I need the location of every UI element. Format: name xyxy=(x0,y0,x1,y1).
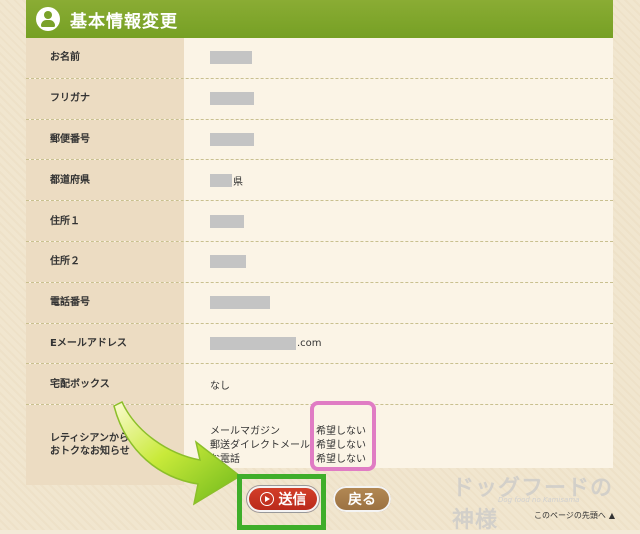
row-value xyxy=(184,38,613,78)
up-arrow-icon: ▲ xyxy=(608,511,615,520)
back-button-label: 戻る xyxy=(348,492,376,508)
row-label: 電話番号 xyxy=(26,282,184,323)
play-circle-icon xyxy=(259,492,274,506)
back-button[interactable]: 戻る xyxy=(333,486,391,512)
row-prefecture: 都道府県 県 xyxy=(26,160,613,202)
value-suffix: 県 xyxy=(233,176,243,188)
row-email: Eメールアドレス .com xyxy=(26,323,613,365)
form-header: 基本情報変更 xyxy=(26,0,613,38)
row-postal-code: 郵便番号 xyxy=(26,119,613,161)
redacted-value xyxy=(210,173,232,187)
send-button-label: 送信 xyxy=(278,492,307,508)
row-furigana: フリガナ xyxy=(26,78,613,120)
row-value xyxy=(184,283,613,323)
send-button[interactable]: 送信 xyxy=(247,486,319,512)
redacted-value xyxy=(210,336,296,350)
redacted-value xyxy=(210,214,244,228)
highlight-box-pink xyxy=(310,401,376,471)
row-name: お名前 xyxy=(26,38,613,79)
redacted-value xyxy=(210,132,254,146)
page-top-label: このページの先頭へ xyxy=(534,511,606,520)
row-label: お名前 xyxy=(26,38,184,78)
row-value xyxy=(184,242,613,282)
row-value xyxy=(184,120,613,160)
row-value xyxy=(184,201,613,241)
row-label: 住所２ xyxy=(26,241,184,282)
row-label: フリガナ xyxy=(26,78,184,119)
row-value xyxy=(184,79,613,119)
redacted-value xyxy=(210,51,252,65)
user-icon xyxy=(36,7,60,31)
row-value: .com xyxy=(184,324,613,364)
value-suffix: .com xyxy=(297,337,322,349)
redacted-value xyxy=(210,296,270,310)
row-label: 郵便番号 xyxy=(26,119,184,160)
row-label: Eメールアドレス xyxy=(26,323,184,364)
page-title: 基本情報変更 xyxy=(70,11,178,32)
row-label: 都道府県 xyxy=(26,160,184,201)
redacted-value xyxy=(210,92,254,106)
watermark-subtitle: Dog food no Kamisama xyxy=(498,496,580,504)
page-top-link[interactable]: このページの先頭へ ▲ xyxy=(534,510,615,521)
row-address-1: 住所１ xyxy=(26,201,613,242)
row-label: 住所１ xyxy=(26,201,184,241)
row-phone: 電話番号 xyxy=(26,282,613,324)
redacted-value xyxy=(210,255,246,269)
row-address-2: 住所２ xyxy=(26,241,613,283)
row-value: 県 xyxy=(184,160,613,200)
